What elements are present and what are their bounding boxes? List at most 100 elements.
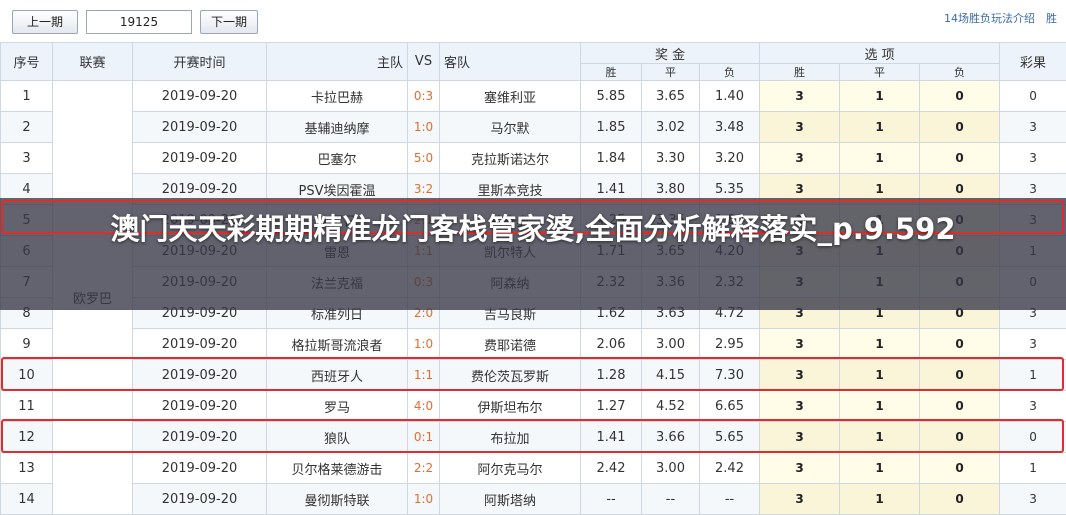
- cell-home-team: 基辅迪纳摩: [267, 112, 408, 143]
- cell-time: 2019-09-20: [133, 422, 267, 453]
- cell-index: 10: [1, 360, 53, 391]
- cell-option-loss[interactable]: 0: [920, 391, 1000, 422]
- cell-result: 3: [1000, 143, 1066, 174]
- cell-time: 2019-09-20: [133, 81, 267, 112]
- cell-bonus-win: 1.28: [581, 360, 642, 391]
- cell-time: 2019-09-20: [133, 453, 267, 484]
- col-result-header: 彩果: [1000, 43, 1066, 81]
- cell-option-win[interactable]: 3: [760, 391, 840, 422]
- cell-time: 2019-09-20: [133, 143, 267, 174]
- cell-option-loss[interactable]: 0: [920, 112, 1000, 143]
- cell-option-win[interactable]: 3: [760, 81, 840, 112]
- cell-option-loss[interactable]: 0: [920, 422, 1000, 453]
- cell-bonus-loss: 6.65: [700, 391, 760, 422]
- cell-bonus-win: 2.06: [581, 329, 642, 360]
- table-row: 132019-09-20贝尔格莱德游击2:2阿尔克马尔2.423.002.423…: [1, 453, 1066, 484]
- cell-option-loss[interactable]: 0: [920, 453, 1000, 484]
- cell-option-draw[interactable]: 1: [840, 360, 920, 391]
- cell-time: 2019-09-20: [133, 484, 267, 515]
- cell-option-win[interactable]: 3: [760, 422, 840, 453]
- table-row: 32019-09-20巴塞尔5:0克拉斯诺达尔1.843.303.203103: [1, 143, 1066, 174]
- cell-home-team: 曼彻斯特联: [267, 484, 408, 515]
- cell-option-loss[interactable]: 0: [920, 484, 1000, 515]
- bonus-loss-header: 负: [700, 64, 760, 81]
- cell-option-loss[interactable]: 0: [920, 143, 1000, 174]
- cell-index: 11: [1, 391, 53, 422]
- cell-bonus-win: 5.85: [581, 81, 642, 112]
- cell-bonus-draw: 4.52: [642, 391, 700, 422]
- cell-home-team: 西班牙人: [267, 360, 408, 391]
- cell-away-team: 费耶诺德: [440, 329, 581, 360]
- cell-home-team: 贝尔格莱德游击: [267, 453, 408, 484]
- cell-index: 13: [1, 453, 53, 484]
- cell-score: 1:0: [408, 484, 440, 515]
- cell-bonus-win: 1.85: [581, 112, 642, 143]
- cell-away-team: 阿斯塔纳: [440, 484, 581, 515]
- cell-option-win[interactable]: 3: [760, 453, 840, 484]
- table-row: 122019-09-20狼队0:1布拉加1.413.665.653100: [1, 422, 1066, 453]
- cell-index: 9: [1, 329, 53, 360]
- cell-time: 2019-09-20: [133, 360, 267, 391]
- prev-issue-button[interactable]: 上一期: [12, 10, 78, 34]
- cell-option-loss[interactable]: 0: [920, 81, 1000, 112]
- cell-bonus-draw: --: [642, 484, 700, 515]
- cell-option-draw[interactable]: 1: [840, 143, 920, 174]
- cell-option-draw[interactable]: 1: [840, 422, 920, 453]
- cell-home-team: 狼队: [267, 422, 408, 453]
- cell-bonus-draw: 3.02: [642, 112, 700, 143]
- cell-option-draw[interactable]: 1: [840, 484, 920, 515]
- cell-bonus-loss: 7.30: [700, 360, 760, 391]
- cell-time: 2019-09-20: [133, 329, 267, 360]
- cell-score: 4:0: [408, 391, 440, 422]
- cell-option-draw[interactable]: 1: [840, 81, 920, 112]
- col-bonus-header: 奖 金: [581, 43, 760, 64]
- cell-option-loss[interactable]: 0: [920, 329, 1000, 360]
- cell-option-loss[interactable]: 0: [920, 360, 1000, 391]
- cell-bonus-loss: 2.42: [700, 453, 760, 484]
- cell-option-win[interactable]: 3: [760, 143, 840, 174]
- cell-bonus-loss: 3.20: [700, 143, 760, 174]
- table-row: 102019-09-20西班牙人1:1费伦茨瓦罗斯1.284.157.30310…: [1, 360, 1066, 391]
- cell-away-team: 阿尔克马尔: [440, 453, 581, 484]
- cell-bonus-draw: 3.00: [642, 329, 700, 360]
- cell-option-win[interactable]: 3: [760, 360, 840, 391]
- more-link[interactable]: 胜: [1046, 10, 1057, 26]
- option-win-header: 胜: [760, 64, 840, 81]
- cell-option-draw[interactable]: 1: [840, 391, 920, 422]
- promo-title: 澳门天天彩期期精准龙门客栈管家婆,全面分析解释落实_p.9.592: [30, 210, 1036, 248]
- cell-index: 2: [1, 112, 53, 143]
- cell-home-team: 格拉斯哥流浪者: [267, 329, 408, 360]
- cell-index: 14: [1, 484, 53, 515]
- next-issue-button[interactable]: 下一期: [200, 10, 258, 34]
- cell-index: 1: [1, 81, 53, 112]
- cell-score: 1:0: [408, 112, 440, 143]
- col-away-header: 客队: [440, 43, 581, 81]
- cell-option-win[interactable]: 3: [760, 329, 840, 360]
- cell-bonus-draw: 3.30: [642, 143, 700, 174]
- col-index-header: 序号: [1, 43, 53, 81]
- cell-bonus-draw: 4.15: [642, 360, 700, 391]
- cell-option-win[interactable]: 3: [760, 484, 840, 515]
- cell-home-team: 巴塞尔: [267, 143, 408, 174]
- cell-result: 3: [1000, 329, 1066, 360]
- issue-number-input[interactable]: [86, 10, 192, 34]
- cell-option-draw[interactable]: 1: [840, 112, 920, 143]
- table-row: 22019-09-20基辅迪纳摩1:0马尔默1.853.023.483103: [1, 112, 1066, 143]
- cell-away-team: 克拉斯诺达尔: [440, 143, 581, 174]
- cell-bonus-loss: 2.95: [700, 329, 760, 360]
- cell-result: 1: [1000, 360, 1066, 391]
- cell-result: 3: [1000, 391, 1066, 422]
- cell-option-win[interactable]: 3: [760, 112, 840, 143]
- table-row: 92019-09-20格拉斯哥流浪者1:0费耶诺德2.063.002.95310…: [1, 329, 1066, 360]
- cell-bonus-win: 2.42: [581, 453, 642, 484]
- cell-index: 3: [1, 143, 53, 174]
- option-loss-header: 负: [920, 64, 1000, 81]
- option-draw-header: 平: [840, 64, 920, 81]
- cell-bonus-loss: 1.40: [700, 81, 760, 112]
- bonus-draw-header: 平: [642, 64, 700, 81]
- cell-option-draw[interactable]: 1: [840, 453, 920, 484]
- cell-option-draw[interactable]: 1: [840, 329, 920, 360]
- cell-bonus-draw: 3.00: [642, 453, 700, 484]
- cell-bonus-win: 1.41: [581, 422, 642, 453]
- rules-link[interactable]: 14场胜负玩法介绍: [944, 10, 1035, 26]
